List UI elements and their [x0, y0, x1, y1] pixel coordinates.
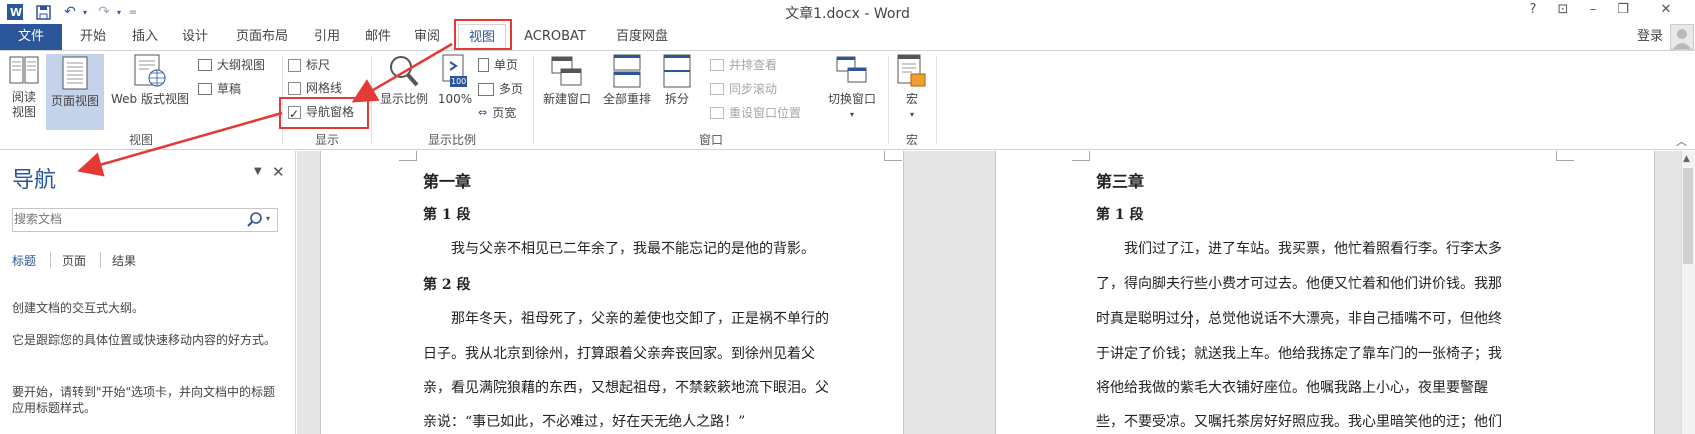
arrow-to-nav-pane-title: [77, 111, 283, 177]
annotation-arrows: [77, 42, 453, 177]
arrow-to-nav-pane-checkbox: [351, 42, 453, 103]
